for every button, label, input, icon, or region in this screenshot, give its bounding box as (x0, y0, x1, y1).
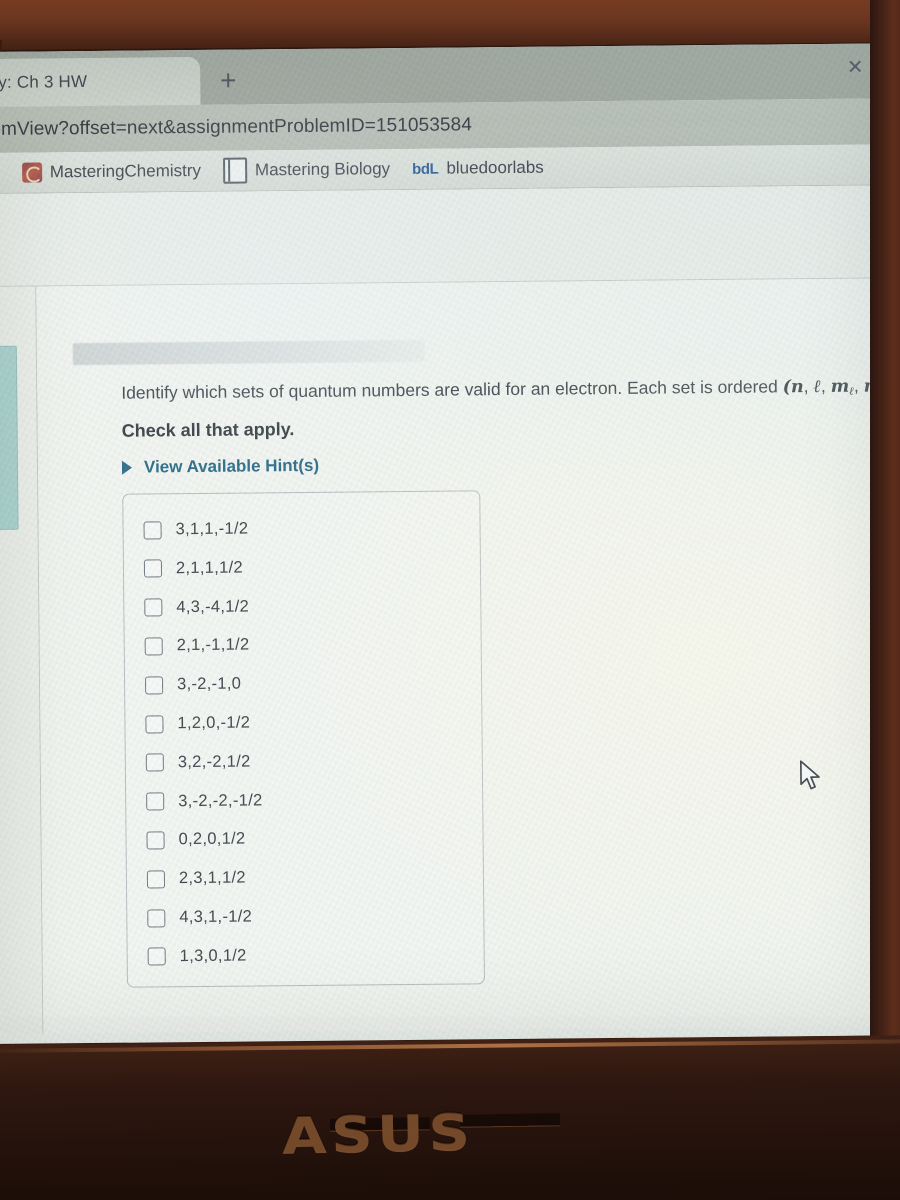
bookmark-bluedoorlabs[interactable]: bdL bluedoorlabs (412, 158, 544, 179)
browser-tabstrip: y: Ch 3 HW ✕ + (0, 43, 893, 108)
answer-option[interactable]: 3,1,1,-1/2 (143, 519, 249, 540)
bookmark-mastering-chemistry[interactable]: MasteringChemistry (21, 160, 202, 183)
answer-option[interactable]: 4,3,-4,1/2 (144, 597, 249, 617)
asus-brand-logo: ASUS (281, 1102, 476, 1165)
comma-1: , (803, 376, 814, 397)
bluedoorlabs-icon: bdL (412, 160, 439, 178)
checkbox-icon[interactable] (145, 714, 164, 733)
answer-option[interactable]: 1,3,0,1/2 (147, 946, 247, 966)
mastering-chemistry-icon (21, 162, 42, 183)
answer-option-label: 0,2,0,1/2 (178, 829, 246, 849)
answer-option-label: 3,2,-2,1/2 (177, 752, 251, 771)
checkbox-icon[interactable] (146, 831, 165, 850)
variable-n: n (790, 377, 804, 398)
checkbox-icon[interactable] (143, 520, 162, 540)
browser-tab[interactable]: y: Ch 3 HW (0, 56, 201, 108)
answer-option-label: 3,1,1,-1/2 (175, 519, 249, 539)
answer-option-label: 4,3,-4,1/2 (176, 597, 250, 616)
answer-option[interactable]: 3,-2,-1,0 (144, 674, 242, 695)
bookmark-mastering-biology[interactable]: Mastering Biology (222, 156, 391, 184)
answer-option[interactable]: 3,-2,-2,-1/2 (146, 790, 263, 811)
plus-icon[interactable]: + (211, 64, 245, 98)
answer-option[interactable]: 2,3,1,1/2 (146, 868, 246, 889)
bookmark-label: MasteringChemistry (49, 160, 202, 182)
checkbox-icon[interactable] (146, 870, 166, 889)
variable-ml: m (830, 376, 850, 397)
answer-option[interactable]: 3,2,-2,1/2 (145, 752, 251, 772)
answer-option-label: 1,3,0,1/2 (179, 946, 247, 965)
laptop-screen: y: Ch 3 HW ✕ + itemView?offset=next&assi… (0, 43, 900, 1044)
answer-option-label: 1,2,0,-1/2 (177, 713, 251, 733)
bookmark-label: Mastering Biology (254, 159, 391, 180)
question-prompt: Identify which sets of quantum numbers a… (121, 374, 900, 406)
answer-option-label: 2,1,1,1/2 (175, 558, 243, 577)
answer-option-label: 4,3,1,-1/2 (179, 907, 253, 927)
answer-option[interactable]: 2,1,1,1/2 (143, 558, 243, 578)
answer-options-box: 3,1,1,-1/2 2,1,1,1/2 4,3,-4,1/2 2,1,-1,1/2 3… (122, 490, 485, 988)
answer-option-label: 2,3,1,1/2 (178, 868, 246, 888)
checkbox-icon[interactable] (147, 908, 166, 927)
answer-option-label: 2,1,-1,1/2 (176, 635, 250, 655)
loading-placeholder-bar (72, 339, 425, 366)
checkbox-icon[interactable] (143, 559, 163, 578)
answer-option[interactable]: 1,2,0,-1/2 (145, 713, 250, 733)
laptop-bezel-right (870, 0, 900, 1070)
answer-option[interactable]: 2,1,-1,1/2 (144, 635, 250, 656)
checkbox-icon[interactable] (144, 598, 163, 617)
checkbox-icon[interactable] (144, 637, 163, 656)
close-icon[interactable]: ✕ (844, 57, 866, 79)
answer-option-label: 3,-2,-1,0 (176, 674, 242, 694)
tab-title: y: Ch 3 HW (0, 72, 88, 92)
answer-option[interactable]: 4,3,1,-1/2 (147, 907, 252, 927)
checkbox-icon[interactable] (145, 753, 164, 772)
mastering-biology-icon (222, 157, 248, 184)
page-viewport: Identify which sets of quantum numbers a… (0, 185, 900, 1034)
photo-of-laptop-screen: y: Ch 3 HW ✕ + itemView?offset=next&assi… (0, 0, 900, 1200)
sidebar-teal-panel[interactable] (0, 345, 19, 530)
checkbox-icon[interactable] (146, 792, 165, 811)
caret-right-icon (121, 460, 133, 475)
url-text: itemView?offset=next&assignmentProblemID… (0, 114, 473, 141)
view-hints-toggle[interactable]: View Available Hint(s) (121, 455, 320, 478)
paren-open: ( (782, 377, 792, 398)
check-all-instruction: Check all that apply. (121, 419, 295, 441)
page-header-area (0, 185, 895, 287)
answer-option-label: 3,-2,-2,-1/2 (178, 790, 263, 810)
checkbox-icon[interactable] (147, 947, 166, 966)
answer-option[interactable]: 0,2,0,1/2 (146, 829, 246, 850)
bookmark-label: bluedoorlabs (446, 157, 544, 178)
question-content: Identify which sets of quantum numbers a… (36, 278, 900, 1034)
checkbox-icon[interactable] (144, 676, 164, 695)
question-prompt-text: Identify which sets of quantum numbers a… (121, 376, 783, 403)
view-hints-label: View Available Hint(s) (143, 455, 320, 477)
